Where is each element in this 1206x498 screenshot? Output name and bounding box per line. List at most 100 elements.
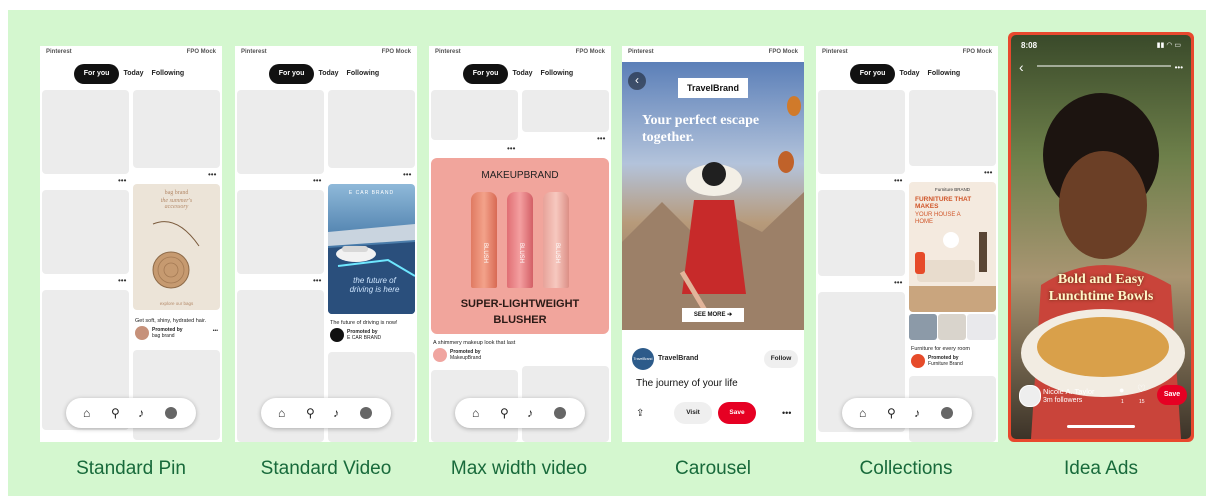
pin-title: Furniture for every room <box>911 346 970 352</box>
tab-today[interactable]: Today <box>119 64 147 84</box>
creator-name[interactable]: Nicole A. Taylor <box>1043 387 1095 396</box>
tab-for-you[interactable]: For you <box>268 64 315 84</box>
pin-placeholder[interactable] <box>328 90 415 168</box>
home-icon[interactable]: ⌂ <box>472 404 479 422</box>
visit-button[interactable]: Visit <box>674 402 712 424</box>
advertiser-avatar[interactable]: TravelBrand <box>632 348 654 370</box>
more-icon[interactable]: ••• <box>313 277 321 285</box>
profile-avatar[interactable] <box>360 407 372 419</box>
idea-video[interactable]: 8:08 ▮▮ ◠ ▭ ‹ ••• Bold and Easy Lunchtim… <box>1011 35 1191 439</box>
product-label: BLUSH <box>482 242 489 264</box>
promoted-by[interactable]: Promoted by bag brand ••• <box>135 326 220 342</box>
pin-placeholder[interactable] <box>522 90 609 132</box>
tab-following[interactable]: Following <box>343 64 384 84</box>
traveler-illustration <box>622 96 804 330</box>
ad-video-car[interactable]: E CAR BRAND the future of driving is her… <box>328 184 415 314</box>
more-icon[interactable]: ••• <box>894 177 902 185</box>
collection-hero[interactable]: Furniture BRAND FURNITURE THAT MAKES YOU… <box>909 182 996 312</box>
save-button[interactable]: Save <box>1157 385 1187 405</box>
bell-icon[interactable]: ♪ <box>914 404 920 422</box>
more-icon[interactable]: ••• <box>597 135 605 143</box>
app-header: Pinterest FPO Mock <box>241 49 411 59</box>
tab-today[interactable]: Today <box>314 64 342 84</box>
showcase-board: Pinterest FPO Mock For you Today Following … <box>8 10 1206 496</box>
comment-count: 1 <box>1121 399 1124 405</box>
home-icon[interactable]: ⌂ <box>83 404 90 422</box>
ad-headline: SUPER-LIGHTWEIGHT <box>460 298 580 310</box>
carousel-phone: Pinterest FPO Mock ‹ TravelBrand Your per… <box>622 46 804 442</box>
see-more-button[interactable]: SEE MORE ➔ <box>682 308 744 322</box>
more-icon[interactable]: ••• <box>213 328 218 334</box>
search-icon[interactable]: ⚲ <box>306 404 315 422</box>
carousel-card[interactable]: ‹ TravelBrand Your perfect escape togeth… <box>622 62 804 330</box>
more-icon[interactable]: ••• <box>403 171 411 179</box>
tab-for-you[interactable]: For you <box>849 64 896 84</box>
comment-icon[interactable]: ● <box>1119 385 1124 395</box>
search-icon[interactable]: ⚲ <box>887 404 896 422</box>
pin-placeholder[interactable] <box>818 90 905 174</box>
tab-for-you[interactable]: For you <box>73 64 120 84</box>
ad-tagline: the future of driving is here <box>349 276 400 294</box>
max-width-video-phone: Pinterest FPO Mock For you Today Following … <box>429 46 611 442</box>
more-icon[interactable]: ••• <box>507 145 515 153</box>
advertiser-name[interactable]: TravelBrand <box>658 355 698 362</box>
lipstick-2 <box>507 192 533 288</box>
share-icon[interactable]: ⇪ <box>636 408 644 419</box>
profile-avatar[interactable] <box>165 407 177 419</box>
ad-video-makeup[interactable]: MAKEUPBRAND BLUSH BLUSH BLUSH SUPER-LIGH… <box>431 158 609 334</box>
pin-placeholder[interactable] <box>431 90 518 140</box>
idea-ads-phone: 8:08 ▮▮ ◠ ▭ ‹ ••• Bold and Easy Lunchtim… <box>1008 32 1194 442</box>
collection-thumb-3[interactable] <box>967 314 996 340</box>
app-label: Pinterest <box>822 49 848 55</box>
bell-icon[interactable]: ♪ <box>527 404 533 422</box>
more-icon[interactable]: ••• <box>894 279 902 287</box>
more-icon[interactable]: ••• <box>313 177 321 185</box>
pin-placeholder[interactable] <box>909 90 996 166</box>
more-icon[interactable]: ••• <box>208 171 216 179</box>
follow-button[interactable]: Follow <box>764 350 798 368</box>
promoted-by[interactable]: Promoted by Furniture Brand <box>911 354 996 370</box>
profile-avatar[interactable] <box>941 407 953 419</box>
carousel-dots[interactable] <box>700 326 726 330</box>
pin-placeholder[interactable] <box>237 190 324 274</box>
tab-following[interactable]: Following <box>924 64 965 84</box>
more-icon[interactable]: ••• <box>984 169 992 177</box>
feed-tabs: For you Today Following <box>816 64 998 84</box>
ad-image-bag[interactable]: bag brand the summer's accessory explore… <box>133 184 220 310</box>
pin-placeholder[interactable] <box>42 90 129 174</box>
more-icon[interactable]: ••• <box>118 177 126 185</box>
pin-placeholder[interactable] <box>328 352 415 442</box>
feed-tabs: For you Today Following <box>40 64 222 84</box>
pin-title: Get soft, shiny, hydrated hair. <box>135 318 207 324</box>
tab-following[interactable]: Following <box>148 64 189 84</box>
collection-thumb-2[interactable] <box>938 314 966 340</box>
advertiser-avatar <box>330 328 344 342</box>
advertiser-avatar <box>433 348 447 362</box>
home-icon[interactable]: ⌂ <box>278 404 285 422</box>
tab-following[interactable]: Following <box>537 64 578 84</box>
pin-placeholder[interactable] <box>237 90 324 174</box>
creator-avatar[interactable] <box>1019 385 1041 407</box>
pin-placeholder[interactable] <box>818 190 905 276</box>
search-icon[interactable]: ⚲ <box>500 404 509 422</box>
bell-icon[interactable]: ♪ <box>333 404 339 422</box>
home-icon[interactable]: ⌂ <box>859 404 866 422</box>
more-icon[interactable]: ••• <box>782 408 791 418</box>
heart-icon[interactable]: ♡ <box>1137 384 1146 395</box>
bell-icon[interactable]: ♪ <box>138 404 144 422</box>
more-icon[interactable]: ••• <box>118 277 126 285</box>
avatar-text: TravelBrand <box>633 357 653 361</box>
promoted-by[interactable]: Promoted by E CAR BRAND <box>330 328 415 344</box>
lipstick-1 <box>471 192 497 288</box>
pin-title: A shimmery makeup look that last <box>433 340 516 346</box>
tab-today[interactable]: Today <box>895 64 923 84</box>
promoted-by[interactable]: Promoted by MakeupBrand <box>433 348 553 364</box>
tab-today[interactable]: Today <box>508 64 536 84</box>
pin-placeholder[interactable] <box>42 190 129 274</box>
save-button[interactable]: Save <box>718 402 756 424</box>
tab-for-you[interactable]: For you <box>462 64 509 84</box>
pin-placeholder[interactable] <box>133 90 220 168</box>
search-icon[interactable]: ⚲ <box>111 404 120 422</box>
profile-avatar[interactable] <box>554 407 566 419</box>
collection-thumb-1[interactable] <box>909 314 937 340</box>
